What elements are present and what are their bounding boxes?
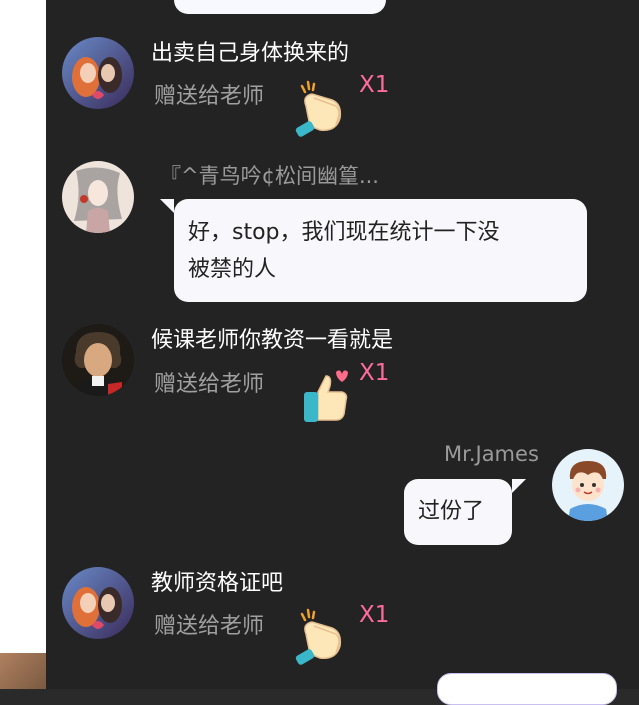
chat-bubble-partial: [174, 0, 386, 14]
user-avatar[interactable]: [552, 449, 624, 521]
gift-label: 赠送给老师: [154, 84, 265, 109]
chat-bubble-line: 过份了: [418, 499, 485, 524]
gift-label: 赠送给老师: [154, 614, 265, 639]
user-avatar[interactable]: [62, 324, 134, 396]
chat-bubble[interactable]: 过份了: [404, 479, 526, 545]
side-panel: [0, 0, 46, 689]
bubble-tail: [160, 199, 174, 213]
chat-bubble-partial: [437, 673, 617, 705]
chat-bubble-line: 被禁的人: [188, 257, 277, 282]
gift-message-text: 出卖自己身体换来的: [151, 41, 350, 66]
chat-bubble[interactable]: 好，stop，我们现在统计一下没 被禁的人: [160, 199, 587, 302]
gift-count: X1: [359, 360, 390, 386]
user-avatar[interactable]: [62, 161, 134, 233]
clap-icon: [295, 80, 342, 137]
gift-count: X1: [359, 72, 390, 98]
clap-icon: [295, 608, 342, 665]
user-avatar[interactable]: [62, 567, 134, 639]
thumbs-up-icon: [304, 370, 348, 422]
sender-name: 『^青鸟吟¢松间幽篁...: [160, 164, 379, 188]
gift-label: 赠送给老师: [154, 372, 265, 397]
user-avatar[interactable]: [62, 37, 134, 109]
chat-bubble-line: 好，stop，我们现在统计一下没: [188, 220, 500, 245]
bubble-tail: [512, 479, 526, 493]
desk-photo: [0, 653, 46, 689]
gift-message-text: 教师资格证吧: [151, 571, 284, 596]
gift-count: X1: [359, 602, 390, 628]
sender-name: Mr.James: [444, 442, 539, 466]
gift-message-text: 候课老师你教资一看就是: [151, 328, 394, 353]
